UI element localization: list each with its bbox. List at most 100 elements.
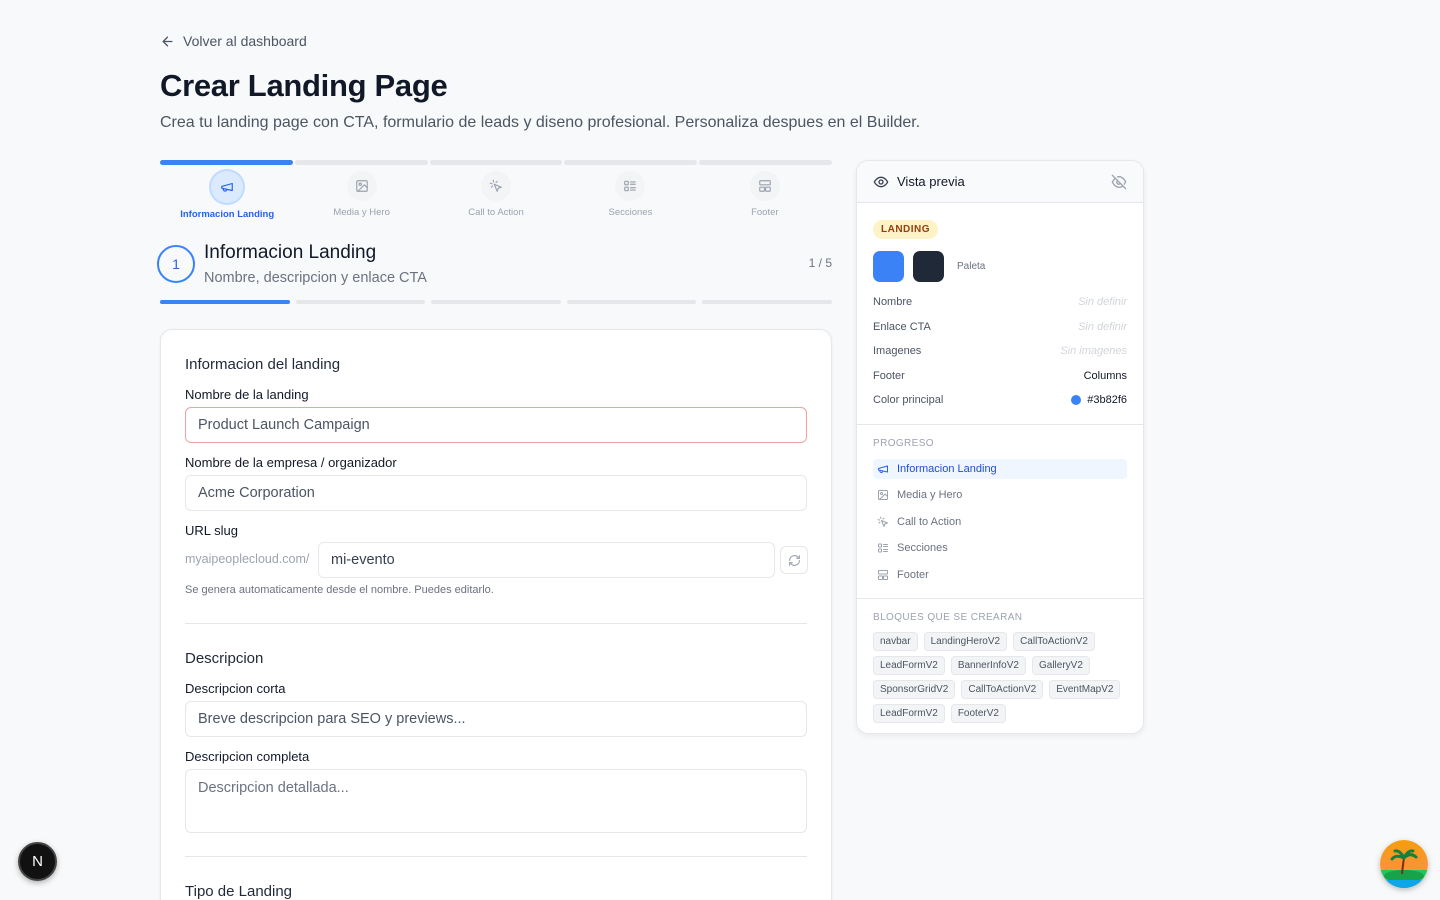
block-chip: BannerInfoV2: [950, 656, 1026, 675]
full-description-placeholder: Descripcion detallada...: [198, 780, 349, 796]
slug-prefix: myaipeoplecloud.com/: [185, 552, 310, 566]
landing-name-placeholder: Product Launch Campaign: [198, 417, 370, 433]
progress-item-call-to-action[interactable]: Call to Action: [873, 512, 1127, 532]
step-label: Informacion Landing: [180, 209, 275, 220]
preview-row-footer: Footer Columns: [873, 370, 1127, 382]
progress-label: PROGRESO: [873, 438, 934, 449]
layout-icon: [878, 570, 888, 580]
preview-header: Vista previa: [857, 161, 1143, 203]
landing-type-badge: LANDING: [873, 220, 939, 239]
color-dot: [1071, 395, 1082, 405]
step-informacion-landing[interactable]: Informacion Landing: [160, 171, 294, 220]
back-to-dashboard-link[interactable]: Volver al dashboard: [160, 33, 307, 49]
block-chip: CallToActionV2: [1013, 632, 1095, 651]
cursor-click-icon: [481, 171, 512, 201]
page-title: Crear Landing Page: [160, 68, 448, 103]
preview-panel: Vista previa LANDING Paleta Nombre Sin d…: [856, 160, 1144, 734]
step-footer[interactable]: Footer: [698, 171, 832, 220]
step-label: Footer: [751, 207, 779, 218]
full-description-textarea[interactable]: Descripcion detallada...: [185, 769, 807, 833]
block-chip: GalleryV2: [1031, 656, 1090, 675]
preview-row-imagenes: Imagenes Sin imagenes: [873, 345, 1127, 357]
megaphone-icon: [878, 465, 888, 473]
step-mini-progress: [160, 300, 832, 304]
assistant-avatar[interactable]: [1380, 840, 1428, 888]
full-desc-label: Descripcion completa: [185, 749, 310, 764]
preview-row-nombre: Nombre Sin definir: [873, 296, 1127, 308]
image-icon: [346, 171, 377, 201]
current-step-description: Nombre, descripcion y enlace CTA: [204, 270, 427, 286]
row-key: Nombre: [873, 296, 913, 308]
mini-bar-2: [295, 300, 426, 304]
stepper-progress-bars: [160, 160, 832, 165]
stepper-bar-1: [160, 160, 293, 165]
stepper-bar-4: [564, 160, 698, 165]
megaphone-icon: [211, 171, 244, 203]
layout-icon: [749, 171, 780, 201]
wizard-stepper: Informacion Landing Media y Hero Call to…: [160, 160, 832, 220]
progress-item-footer[interactable]: Footer: [873, 565, 1127, 585]
page-subtitle: Crea tu landing page con CTA, formulario…: [160, 114, 921, 131]
landing-info-form: Informacion del landing Nombre de la lan…: [160, 329, 832, 900]
block-chip: CallToActionV2: [961, 680, 1044, 699]
eye-off-icon[interactable]: [1111, 174, 1127, 190]
company-name-placeholder: Acme Corporation: [198, 485, 315, 501]
section-divider: [185, 856, 807, 857]
name-label: Nombre de la landing: [185, 387, 309, 402]
mini-bar-4: [566, 300, 697, 304]
blocks-list: navbar LandingHeroV2 CallToActionV2 Lead…: [873, 632, 1129, 723]
palette-label: Paleta: [957, 261, 986, 272]
block-chip: FooterV2: [950, 704, 1006, 723]
step-call-to-action[interactable]: Call to Action: [429, 171, 563, 220]
regenerate-slug-button[interactable]: [780, 546, 808, 574]
progress-item-media-hero[interactable]: Media y Hero: [873, 485, 1127, 505]
progress-item-secciones[interactable]: Secciones: [873, 538, 1127, 558]
progress-item-label: Informacion Landing: [897, 463, 997, 475]
section-title-type: Tipo de Landing: [185, 883, 293, 900]
panel-divider: [857, 424, 1143, 425]
block-chip: LeadFormV2: [873, 656, 945, 675]
short-description-placeholder: Breve descripcion para SEO y previews...: [198, 711, 466, 727]
short-desc-label: Descripcion corta: [185, 681, 286, 696]
row-value: Columns: [1083, 370, 1127, 382]
step-secciones[interactable]: Secciones: [563, 171, 697, 220]
slug-input[interactable]: mi-evento: [318, 542, 775, 578]
row-key: Color principal: [873, 394, 944, 406]
mini-bar-5: [702, 300, 832, 304]
row-key: Footer: [873, 370, 905, 382]
panel-divider: [857, 598, 1143, 599]
row-key: Enlace CTA: [873, 321, 931, 333]
row-key: Imagenes: [873, 345, 922, 357]
current-step-title: Informacion Landing: [204, 242, 377, 263]
landing-name-input[interactable]: Product Launch Campaign: [185, 407, 807, 443]
progress-item-informacion-landing[interactable]: Informacion Landing: [873, 459, 1127, 479]
short-description-input[interactable]: Breve descripcion para SEO y previews...: [185, 701, 807, 737]
preview-row-enlace-cta: Enlace CTA Sin definir: [873, 321, 1127, 333]
dev-tools-button[interactable]: N: [18, 842, 57, 881]
refresh-icon: [788, 554, 800, 566]
progress-item-label: Call to Action: [897, 516, 962, 528]
company-name-input[interactable]: Acme Corporation: [185, 475, 807, 511]
step-label: Call to Action: [468, 207, 524, 218]
step-media-hero[interactable]: Media y Hero: [294, 171, 428, 220]
progress-item-label: Media y Hero: [897, 489, 963, 501]
block-chip: LeadFormV2: [873, 704, 945, 723]
mini-bar-1: [160, 300, 290, 304]
slug-hint: Se genera automaticamente desde el nombr…: [185, 584, 494, 596]
progress-item-label: Footer: [897, 569, 929, 581]
back-link-label: Volver al dashboard: [183, 33, 307, 49]
list-icon: [878, 543, 888, 553]
block-chip: navbar: [873, 632, 918, 651]
section-title-info: Informacion del landing: [185, 356, 341, 373]
block-chip: SponsorGridV2: [873, 680, 956, 699]
block-chip: LandingHeroV2: [923, 632, 1008, 651]
secondary-color-swatch: [913, 251, 944, 282]
preview-row-color-principal: Color principal #3b82f6: [873, 394, 1127, 406]
row-value-color: #3b82f6: [1071, 394, 1127, 406]
row-value: Sin definir: [1078, 321, 1127, 333]
section-divider: [185, 623, 807, 624]
primary-color-swatch: [873, 251, 904, 282]
palm-beach-icon: [1380, 840, 1428, 888]
blocks-label: BLOQUES QUE SE CREARAN: [873, 612, 1023, 623]
slug-value: mi-evento: [331, 552, 395, 568]
